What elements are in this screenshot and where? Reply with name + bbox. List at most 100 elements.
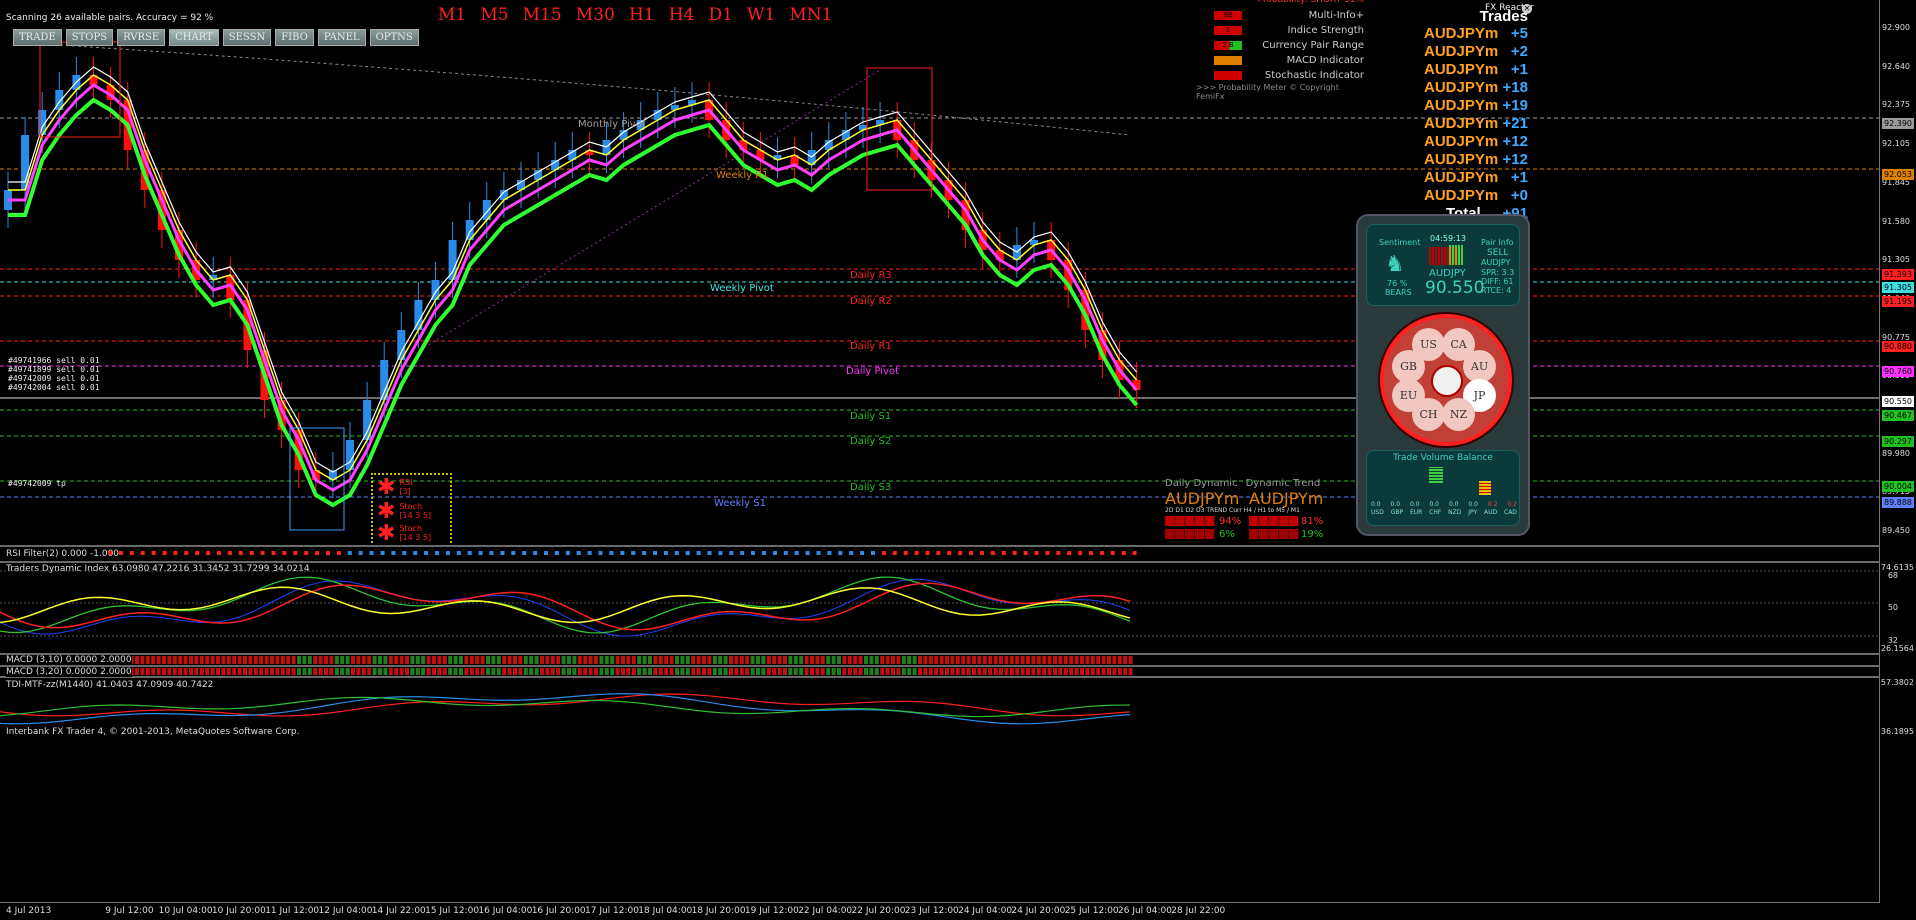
tf-h4[interactable]: H4 — [669, 5, 695, 25]
rsi-dot — [729, 551, 734, 555]
indicator-row[interactable]: 1 Indice Strength — [1196, 23, 1364, 38]
order-tp-label[interactable]: #49742009 tp — [8, 479, 66, 488]
macd-bar — [680, 656, 685, 664]
time-tick: 19 Jul 12:00 — [744, 906, 799, 916]
trade-row[interactable]: AUDJPYm +12 — [1424, 151, 1528, 169]
indicator-row[interactable]: Stochastic Indicator — [1196, 68, 1364, 83]
price-level-badge: 90.550 — [1882, 396, 1914, 407]
reverse-button[interactable]: RVRSE — [117, 29, 166, 46]
macd-bar — [934, 668, 939, 675]
trade-row[interactable]: AUDJPYm +18 — [1424, 79, 1528, 97]
star-icon: ✱ — [377, 498, 396, 524]
macd-bar — [831, 668, 836, 675]
order-label[interactable]: #49742009 sell 0.01 — [8, 374, 100, 383]
macd-bar — [788, 668, 793, 675]
rsi-dot — [184, 551, 189, 555]
tf-mn1[interactable]: MN1 — [789, 5, 832, 25]
macd-bar — [216, 656, 220, 664]
trade-row[interactable]: AUDJPYm +19 — [1424, 97, 1528, 115]
rsi-dot — [772, 551, 777, 555]
macd-bar — [199, 668, 204, 675]
candlestick-chart[interactable] — [0, 0, 1880, 545]
time-tick: 24 Jul 20:00 — [1011, 906, 1066, 916]
macd-bar — [1036, 668, 1041, 675]
stops-button[interactable]: STOPS — [65, 29, 114, 46]
rsi-dot — [871, 551, 875, 555]
trade-row[interactable]: AUDJPYm +5 — [1424, 25, 1528, 43]
currency-wheel: US CA AU JP NZ CH EU GB — [1380, 314, 1512, 446]
macd-bar — [928, 656, 933, 664]
trade-row[interactable]: AUDJPYm +1 — [1424, 169, 1528, 187]
macd-bar — [642, 656, 647, 664]
tf-m30[interactable]: M30 — [576, 5, 615, 25]
options-button[interactable]: OPTNS — [369, 29, 419, 46]
tdi-axis-label: 50 — [1887, 603, 1898, 612]
flag-eu[interactable]: EU — [1392, 379, 1425, 412]
indicator-row[interactable]: 2 B Currency Pair Range — [1196, 38, 1364, 53]
tf-m1[interactable]: M1 — [438, 5, 466, 25]
spread-value: SPR: 3.3 — [1481, 268, 1515, 277]
price-axis[interactable]: 92.900 92.640 92.375 92.105 91.845 91.580 91.3… — [1879, 0, 1916, 902]
macd-bar — [993, 656, 998, 664]
time-tick: 10 Jul 20:00 — [211, 906, 266, 916]
flag-gb[interactable]: GB — [1392, 350, 1425, 383]
indicator-row[interactable]: MACD Indicator — [1196, 53, 1364, 68]
trade-row[interactable]: AUDJPYm +2 — [1424, 43, 1528, 61]
time-tick: 15 Jul 12:00 — [425, 906, 480, 916]
tf-w1[interactable]: W1 — [747, 5, 775, 25]
trade-row[interactable]: AUDJPYm +0 — [1424, 187, 1528, 205]
order-label[interactable]: #49741899 sell 0.01 — [8, 365, 100, 374]
order-label[interactable]: #49741966 sell 0.01 — [8, 356, 100, 365]
rsi-dot — [282, 551, 287, 555]
macd-bar — [253, 656, 258, 664]
tf-h1[interactable]: H1 — [629, 5, 655, 25]
tf-m5[interactable]: M5 — [480, 5, 508, 25]
rsi-dot — [958, 551, 963, 555]
macd-bar — [1004, 656, 1009, 664]
macd-bar — [205, 668, 210, 675]
trade-row[interactable]: AUDJPYm +1 — [1424, 61, 1528, 79]
rsi-dot — [1045, 551, 1050, 555]
daily-r1-label: Daily R1 — [850, 341, 892, 352]
price-tick: 92.105 — [1882, 139, 1910, 149]
main-chart[interactable]: Monthly Pivot Weekly R1 Weekly Pivot Wee… — [0, 0, 1880, 547]
macd-bar — [761, 656, 766, 664]
tf-m15[interactable]: M15 — [523, 5, 562, 25]
time-tick: 4 Jul 2013 — [6, 906, 52, 916]
chart-button[interactable]: CHART — [169, 29, 219, 46]
macd-bar — [1004, 668, 1009, 675]
tf-d1[interactable]: D1 — [708, 5, 732, 25]
macd-bar — [572, 668, 577, 675]
macd-bar — [243, 656, 247, 664]
macd-bar — [156, 656, 161, 664]
macd-bar — [248, 656, 253, 664]
indicator-row[interactable]: BB Multi-Info+ — [1196, 8, 1364, 23]
macd-bar — [556, 656, 561, 664]
indicator-box: 1 — [1214, 26, 1242, 35]
time-tick: 18 Jul 04:00 — [638, 906, 693, 916]
time-axis[interactable]: 4 Jul 2013 9 Jul 12:00 10 Jul 04:00 10 Jul … — [0, 902, 1880, 920]
fibo-button[interactable]: FIBO — [275, 29, 314, 46]
probability-text: Probability: SHORT 51% — [1257, 0, 1364, 5]
trade-pips: +18 — [1502, 79, 1528, 96]
flag-nz[interactable]: NZ — [1442, 398, 1475, 431]
macd-bar — [145, 656, 150, 664]
macd-bar — [459, 668, 463, 675]
trade-button[interactable]: TRADE — [13, 29, 62, 46]
macd-bar — [723, 668, 728, 675]
trade-row[interactable]: AUDJPYm +12 — [1424, 133, 1528, 151]
macd-bar — [491, 656, 496, 664]
panel-button[interactable]: PANEL — [317, 29, 366, 46]
clock-time: 04:59:13 — [1430, 234, 1466, 243]
rsi-dot — [598, 551, 603, 555]
macd-bar — [810, 668, 814, 675]
trade-row[interactable]: AUDJPYm +21 — [1424, 115, 1528, 133]
macd-bar — [437, 656, 442, 664]
rsi-dot — [653, 551, 657, 555]
macd-bar — [291, 668, 296, 675]
rsi-dot — [881, 551, 886, 555]
session-button[interactable]: SESSN — [222, 29, 272, 46]
order-label[interactable]: #49742004 sell 0.01 — [8, 383, 100, 392]
macd-bar — [567, 656, 571, 664]
wheel-center[interactable] — [1431, 365, 1463, 397]
